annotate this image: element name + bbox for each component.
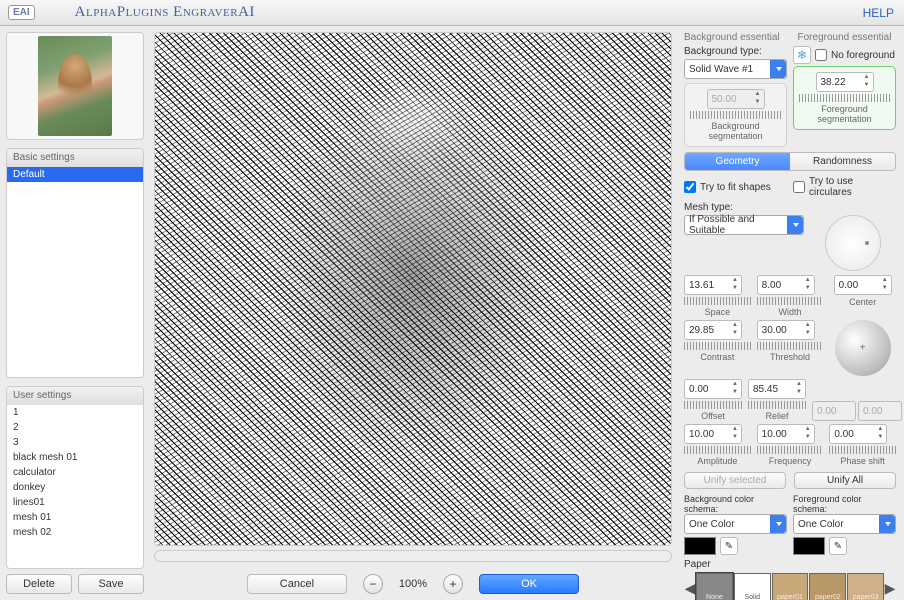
bg-schema-select[interactable]: One Color bbox=[684, 514, 787, 534]
preview-scrollbar-horizontal[interactable] bbox=[154, 550, 672, 562]
list-item[interactable]: 3 bbox=[7, 435, 143, 450]
offset-spinner[interactable]: 0.00▲▼ bbox=[684, 379, 742, 399]
app-title: AlphaPlugins EngraverAI bbox=[75, 4, 255, 21]
fg-schema-label: Foreground color schema: bbox=[793, 494, 896, 514]
paper-swatch[interactable]: paper02 bbox=[809, 573, 846, 600]
mesh-type-label: Mesh type: bbox=[684, 202, 896, 213]
help-link[interactable]: HELP bbox=[863, 6, 894, 20]
paper-swatch[interactable]: Solid bbox=[734, 573, 771, 600]
center-y-spinner: 0.00 bbox=[858, 401, 902, 421]
angle-dial[interactable] bbox=[825, 215, 881, 271]
list-item[interactable]: black mesh 01 bbox=[7, 450, 143, 465]
zoom-out-button[interactable]: − bbox=[363, 574, 383, 594]
bg-seg-label: Background segmentation bbox=[690, 121, 781, 141]
list-item[interactable]: 2 bbox=[7, 420, 143, 435]
list-item[interactable]: lines01 bbox=[7, 495, 143, 510]
relief-spinner[interactable]: 85.45▲▼ bbox=[748, 379, 806, 399]
bg-section-label: Background essential bbox=[684, 32, 787, 43]
center-angle-spinner[interactable]: 0.00▲▼ bbox=[834, 275, 892, 295]
center-sphere[interactable] bbox=[835, 320, 891, 376]
basic-settings-header: Basic settings bbox=[7, 149, 143, 167]
list-item[interactable]: 1 bbox=[7, 405, 143, 420]
fg-color-swatch[interactable] bbox=[793, 537, 825, 555]
mesh-type-select[interactable]: If Possible and Suitable bbox=[684, 215, 804, 235]
cancel-button[interactable]: Cancel bbox=[247, 574, 347, 594]
zoom-level: 100% bbox=[399, 578, 427, 590]
tab-randomness[interactable]: Randomness bbox=[790, 153, 895, 170]
fg-eyedropper-icon[interactable]: ✎ bbox=[829, 537, 847, 555]
contrast-spinner[interactable]: 29.85▲▼ bbox=[684, 320, 742, 340]
source-thumbnail-panel bbox=[6, 32, 144, 140]
paper-next-icon[interactable]: ▶ bbox=[884, 573, 896, 600]
user-settings-panel: User settings 1 2 3 black mesh 01 calcul… bbox=[6, 386, 144, 569]
tabs: Geometry Randomness bbox=[684, 152, 896, 171]
user-settings-header: User settings bbox=[7, 387, 143, 405]
fg-seg-spinner[interactable]: 38.22▲▼ bbox=[816, 72, 874, 92]
fit-shapes-checkbox[interactable] bbox=[684, 181, 696, 193]
zoom-in-button[interactable]: + bbox=[443, 574, 463, 594]
no-foreground-checkbox[interactable] bbox=[815, 49, 827, 61]
app-logo: EAI bbox=[8, 5, 35, 20]
center-x-spinner: 0.00 bbox=[812, 401, 856, 421]
list-item[interactable]: mesh 02 bbox=[7, 525, 143, 540]
basic-settings-panel: Basic settings Default bbox=[6, 148, 144, 378]
freeze-icon[interactable]: ❄ bbox=[793, 46, 811, 64]
width-spinner[interactable]: 8.00▲▼ bbox=[757, 275, 815, 295]
fg-seg-label: Foreground segmentation bbox=[799, 104, 890, 124]
phase-spinner[interactable]: 0.00▲▼ bbox=[829, 424, 887, 444]
paper-strip: None Solid paper01 paper02 paper03 bbox=[696, 573, 884, 600]
paper-swatch[interactable]: paper01 bbox=[772, 573, 809, 600]
use-circulares-checkbox[interactable] bbox=[793, 181, 805, 193]
space-spinner[interactable]: 13.61▲▼ bbox=[684, 275, 742, 295]
frequency-spinner[interactable]: 10.00▲▼ bbox=[757, 424, 815, 444]
list-item[interactable]: donkey bbox=[7, 480, 143, 495]
unify-selected-button[interactable]: Unify selected bbox=[684, 472, 786, 489]
list-item[interactable]: Default bbox=[7, 167, 143, 182]
fg-section-label: Foreground essential bbox=[793, 32, 896, 43]
amplitude-spinner[interactable]: 10.00▲▼ bbox=[684, 424, 742, 444]
user-settings-list[interactable]: 1 2 3 black mesh 01 calculator donkey li… bbox=[7, 405, 143, 568]
source-thumbnail[interactable] bbox=[38, 36, 112, 136]
list-item[interactable]: calculator bbox=[7, 465, 143, 480]
basic-settings-list[interactable]: Default bbox=[7, 167, 143, 377]
bg-color-swatch[interactable] bbox=[684, 537, 716, 555]
tab-geometry[interactable]: Geometry bbox=[685, 153, 790, 170]
use-circulares-label: Try to use circulares bbox=[809, 176, 896, 198]
bg-schema-label: Background color schema: bbox=[684, 494, 787, 514]
fit-shapes-label: Try to fit shapes bbox=[700, 182, 771, 193]
titlebar: EAI AlphaPlugins EngraverAI HELP bbox=[0, 0, 904, 26]
bg-type-label: Background type: bbox=[684, 46, 787, 57]
list-item[interactable]: mesh 01 bbox=[7, 510, 143, 525]
fg-schema-select[interactable]: One Color bbox=[793, 514, 896, 534]
no-foreground-label: No foreground bbox=[831, 50, 895, 61]
paper-swatch[interactable]: paper03 bbox=[847, 573, 884, 600]
paper-swatch[interactable]: None bbox=[696, 573, 733, 600]
bg-seg-spinner: 50.00▲▼ bbox=[707, 89, 765, 109]
save-button[interactable]: Save bbox=[78, 574, 144, 594]
paper-label: Paper bbox=[684, 559, 896, 570]
threshold-spinner[interactable]: 30.00▲▼ bbox=[757, 320, 815, 340]
delete-button[interactable]: Delete bbox=[6, 574, 72, 594]
bg-type-select[interactable]: Solid Wave #1 bbox=[684, 59, 787, 79]
ok-button[interactable]: OK bbox=[479, 574, 579, 594]
paper-prev-icon[interactable]: ◀ bbox=[684, 573, 696, 600]
preview-canvas[interactable] bbox=[154, 32, 672, 546]
unify-all-button[interactable]: Unify All bbox=[794, 472, 896, 489]
bg-eyedropper-icon[interactable]: ✎ bbox=[720, 537, 738, 555]
